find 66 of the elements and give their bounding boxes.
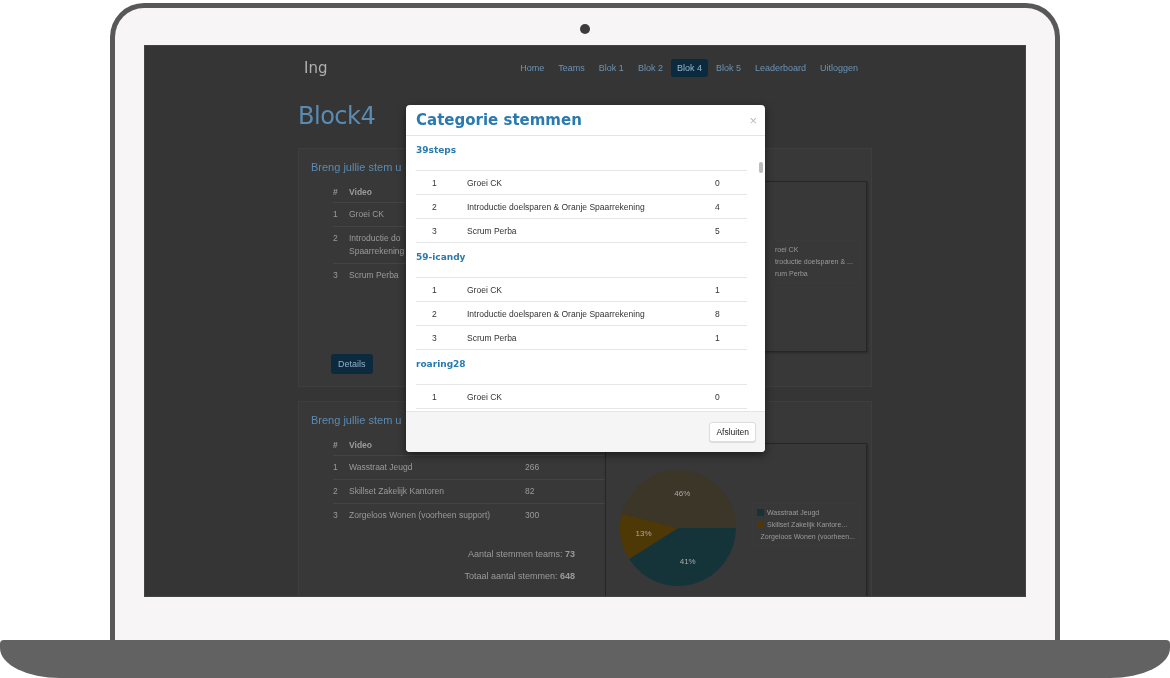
vote-total: Totaal aantal stemmen: 648 [463,571,575,581]
table-cell: 1 [333,208,338,221]
table-cell-text: Groei CK [467,391,503,402]
panel-title: Breng jullie stem u [311,414,402,426]
table-cell: 3 [333,269,338,282]
table-cell-text: 1 [432,284,438,295]
nav-link[interactable]: Blok 4 [670,59,708,77]
table-cell: 82 [525,485,535,498]
table-cell: Scrum Perba [349,269,399,282]
table-cell: 3 [333,509,338,522]
nav-link[interactable]: Blok 2 [631,59,669,77]
column-header: # [333,439,338,452]
brand-name[interactable]: Ing [304,59,328,77]
details-button[interactable]: Details [331,354,373,374]
table-cell: 1 [333,461,338,474]
table-cell-text: 3 [432,225,438,236]
team-link[interactable]: roaring28 [416,350,747,384]
table-cell-text: Scrum Perba [467,332,518,343]
table-cell-text: Groei CK [467,284,503,295]
table-cell-text: 1 [432,177,438,188]
table-cell-text: 1 [715,332,721,343]
page-heading: Block4 [298,102,376,130]
table-cell: Introductie do Spaarrekening [349,232,405,258]
nav-link[interactable]: Teams [552,59,591,77]
camera-dot [580,24,590,34]
table-cell: Zorgeloos Wonen (voorheen support) [349,509,491,522]
close-button[interactable]: × [749,112,757,128]
table-cell-text: 1 [715,284,721,295]
table-cell-text: Introductie doelsparen & Oranje Spaarrekening [467,308,646,319]
scrollbar-thumb[interactable] [759,162,763,173]
table-cell: Wasstraat Jeugd [349,461,413,474]
table-cell: 2 [333,232,338,245]
team-link[interactable]: 39steps [416,136,747,170]
table-cell: 266 [525,461,540,474]
table-cell: Groei CK [349,208,384,221]
nav-link[interactable]: Home [514,59,551,77]
slice-label: 41% [679,557,696,567]
panel-title: Breng jullie stem u [311,161,402,173]
vote-total: Aantal stemmen teams: 73 [466,549,575,559]
table-cell-text: 8 [715,308,721,319]
team-link[interactable]: 59-icandy [416,243,747,277]
nav-link[interactable]: Blok 1 [592,59,630,77]
column-header: Video [349,186,372,199]
modal-title: Categorie stemmen [416,111,582,129]
table-cell-text: 2 [432,308,438,319]
close-dialog-button[interactable]: Afsluiten [709,422,756,442]
table-cell: 300 [525,509,540,522]
table-cell-text: Introductie doelsparen & Oranje Spaarrekening [467,201,646,212]
table-cell: 2 [333,485,338,498]
table-cell-text: Groei CK [467,177,503,188]
column-header: Video [349,439,372,452]
slice-label: 46% [674,489,691,499]
column-header: # [333,186,338,199]
table-cell-text: 1 [432,391,438,402]
nav-link[interactable]: Blok 5 [709,59,747,77]
table-cell-text: 0 [715,177,721,188]
table-cell-text: 4 [715,201,721,212]
table-cell-text: 2 [432,201,438,212]
nav-link[interactable]: Leaderboard [748,59,812,77]
table-cell: Skillset Zakelijk Kantoren [349,485,444,498]
table-cell-text: Scrum Perba [467,225,518,236]
table-cell-text: 5 [715,225,721,236]
slice-label: 13% [635,529,652,539]
table-cell-text: 3 [432,332,438,343]
table-cell-text: 0 [715,391,721,402]
nav-link[interactable]: Uitloggen [813,59,864,77]
